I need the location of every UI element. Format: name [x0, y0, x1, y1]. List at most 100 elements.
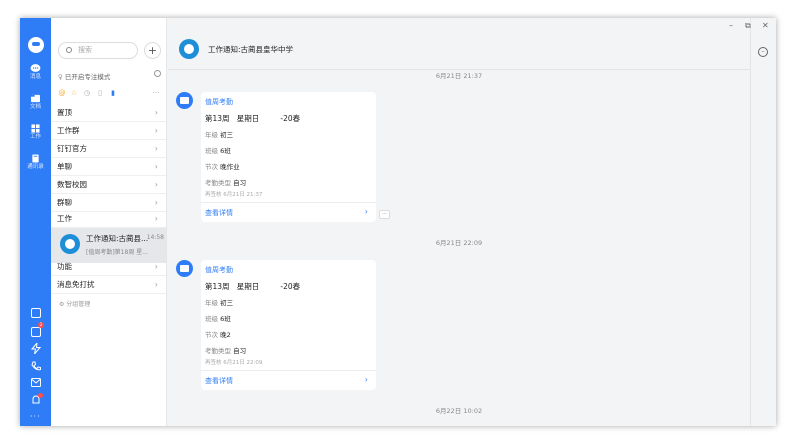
contacts-icon — [32, 154, 39, 163]
clock-filter-icon[interactable]: ◷ — [83, 89, 91, 97]
add-button[interactable]: + — [144, 42, 161, 59]
more-filter-icon[interactable]: ··· — [152, 89, 160, 97]
focus-mode-icon: ♀ — [58, 73, 65, 81]
chat-avatar[interactable] — [179, 39, 199, 59]
card-field-class: 班级 6班 — [205, 313, 231, 323]
card-heading: 第13周 星期日 -20春 — [205, 281, 300, 292]
group-manage-link[interactable]: ⚙ 分组管理 — [59, 299, 90, 308]
field-value: 6班 — [220, 315, 231, 323]
timestamp: 6月21日 22:09 — [435, 239, 483, 247]
group-work-groups[interactable]: 工作群 › — [51, 122, 166, 140]
filter-row: @ ☆ ◷ ▯ ▮ ··· — [58, 89, 162, 99]
nav-docs[interactable]: 文档 — [20, 94, 51, 111]
card-field-grade: 年级 初三 — [205, 297, 233, 307]
chat-more-icon[interactable]: – — [758, 47, 768, 57]
group-work[interactable]: 工作 › — [51, 210, 166, 228]
nav-label-messages: 消息 — [29, 74, 41, 80]
view-details-link[interactable]: 查看详情 — [205, 208, 233, 218]
card-term: -20春 — [280, 282, 301, 291]
group-features[interactable]: 功能 › — [51, 258, 166, 276]
group-do-not-disturb[interactable]: 消息免打扰 › — [51, 276, 166, 294]
chevron-right-icon: › — [154, 108, 158, 117]
conversation-list: 搜索 + ♀ 已开启专注模式 @ ☆ ◷ ▯ ▮ ··· 置顶 › 工作群 › 钉钉… — [51, 18, 167, 426]
nav-label-work: 工作 — [29, 134, 41, 140]
card-term: -20春 — [280, 114, 301, 123]
card-weekday: 星期日 — [236, 114, 260, 123]
search-icon — [66, 47, 72, 53]
card-week: 第13周 — [205, 282, 230, 291]
group-label: 群聊 — [57, 198, 72, 207]
todo-badge: 2 — [38, 322, 44, 328]
card-heading: 第13周 星期日 -20春 — [205, 113, 300, 124]
minimize-button[interactable]: – — [729, 21, 733, 30]
more-icon[interactable]: ··· — [30, 412, 41, 421]
chevron-right-icon[interactable]: › — [365, 207, 368, 216]
work-grid-icon — [31, 124, 40, 133]
field-value: 6班 — [220, 147, 231, 155]
card-field-class: 班级 6班 — [205, 145, 231, 155]
lightning-icon[interactable] — [31, 343, 41, 354]
close-button[interactable]: ✕ — [762, 21, 769, 30]
chevron-right-icon: › — [154, 262, 158, 271]
bot-avatar[interactable] — [176, 260, 193, 277]
search-input[interactable]: 搜索 — [58, 42, 138, 59]
chevron-right-icon: › — [154, 180, 158, 189]
focus-mode-text: 已开启专注模式 — [64, 73, 111, 81]
field-label: 年级 — [205, 131, 218, 139]
notification-dot — [38, 393, 43, 398]
nav-label-docs: 文档 — [29, 104, 41, 110]
card-publish-info: 再签核 6月21日 22:09 — [205, 360, 263, 366]
calendar-icon[interactable] — [31, 308, 41, 318]
mention-filter-icon[interactable]: @ — [58, 89, 66, 97]
focus-mode-label[interactable]: ♀ 已开启专注模式 — [58, 71, 110, 81]
restore-button[interactable]: ⧉ — [745, 21, 751, 31]
conversation-time: 14:58 — [146, 234, 164, 241]
chevron-right-icon[interactable]: › — [365, 375, 368, 384]
timestamp: 6月22日 10:02 — [435, 407, 483, 415]
conversation-preview: [值周考勤]第18周 星... — [86, 249, 148, 256]
message-more-button[interactable]: ··· — [379, 210, 390, 219]
chat-area: 工作通知:古蔺县皇华中学 6月21日 21:37 值周考勤 第13周 星期日 -… — [168, 18, 750, 426]
refresh-icon[interactable] — [154, 70, 161, 77]
group-pinned[interactable]: 置顶 › — [51, 104, 166, 122]
group-manage-label: 分组管理 — [66, 301, 91, 308]
group-dingtalk-official[interactable]: 钉钉官方 › — [51, 140, 166, 158]
bot-avatar[interactable] — [176, 92, 193, 109]
field-value: 晚作业 — [220, 163, 240, 171]
timestamp: 6月21日 21:37 — [435, 72, 483, 80]
field-label: 考勤类型 — [205, 347, 231, 355]
attendance-card: 值周考勤 第13周 星期日 -20春 年级 初三 班级 6班 节次 晚2 考勤类… — [201, 260, 376, 390]
phone-icon[interactable] — [31, 361, 41, 371]
left-nav: 消息 文档 工作 通讯录 2 ··· — [20, 18, 51, 426]
user-avatar[interactable] — [28, 37, 44, 53]
view-details-link[interactable]: 查看详情 — [205, 376, 233, 386]
dingtalk-window: 消息 文档 工作 通讯录 2 ··· 搜索 + ♀ 已开启专注模式 @ ☆ ◷ … — [20, 18, 776, 426]
mail-icon[interactable] — [31, 378, 41, 387]
chat-title: 工作通知:古蔺县皇华中学 — [208, 45, 294, 54]
message-icon — [30, 64, 41, 72]
doc-filter-icon[interactable]: ▯ — [96, 89, 104, 97]
right-panel: – — [750, 18, 776, 426]
nav-label-contacts: 通讯录 — [27, 164, 44, 170]
field-label: 班级 — [205, 315, 218, 323]
nav-work[interactable]: 工作 — [20, 124, 51, 141]
card-field-grade: 年级 初三 — [205, 129, 233, 139]
field-value: 晚2 — [220, 331, 231, 339]
field-label: 班级 — [205, 147, 218, 155]
chevron-right-icon: › — [154, 144, 158, 153]
card-app-title: 值周考勤 — [205, 98, 233, 106]
group-single-chat[interactable]: 单聊 › — [51, 158, 166, 176]
nav-messages[interactable]: 消息 — [20, 64, 51, 81]
group-smart-campus[interactable]: 数智校园 › — [51, 176, 166, 194]
nav-contacts[interactable]: 通讯录 — [20, 154, 51, 171]
group-label: 钉钉官方 — [57, 144, 87, 153]
card-field-period: 节次 晚2 — [205, 329, 231, 339]
group-label: 单聊 — [57, 162, 72, 171]
card-weekday: 星期日 — [236, 282, 260, 291]
file-filter-icon[interactable]: ▮ — [109, 89, 117, 97]
group-label: 工作 — [57, 214, 72, 223]
star-filter-icon[interactable]: ☆ — [70, 89, 78, 97]
card-divider — [201, 202, 376, 203]
todo-icon[interactable] — [31, 327, 41, 337]
group-label: 消息免打扰 — [57, 280, 95, 289]
